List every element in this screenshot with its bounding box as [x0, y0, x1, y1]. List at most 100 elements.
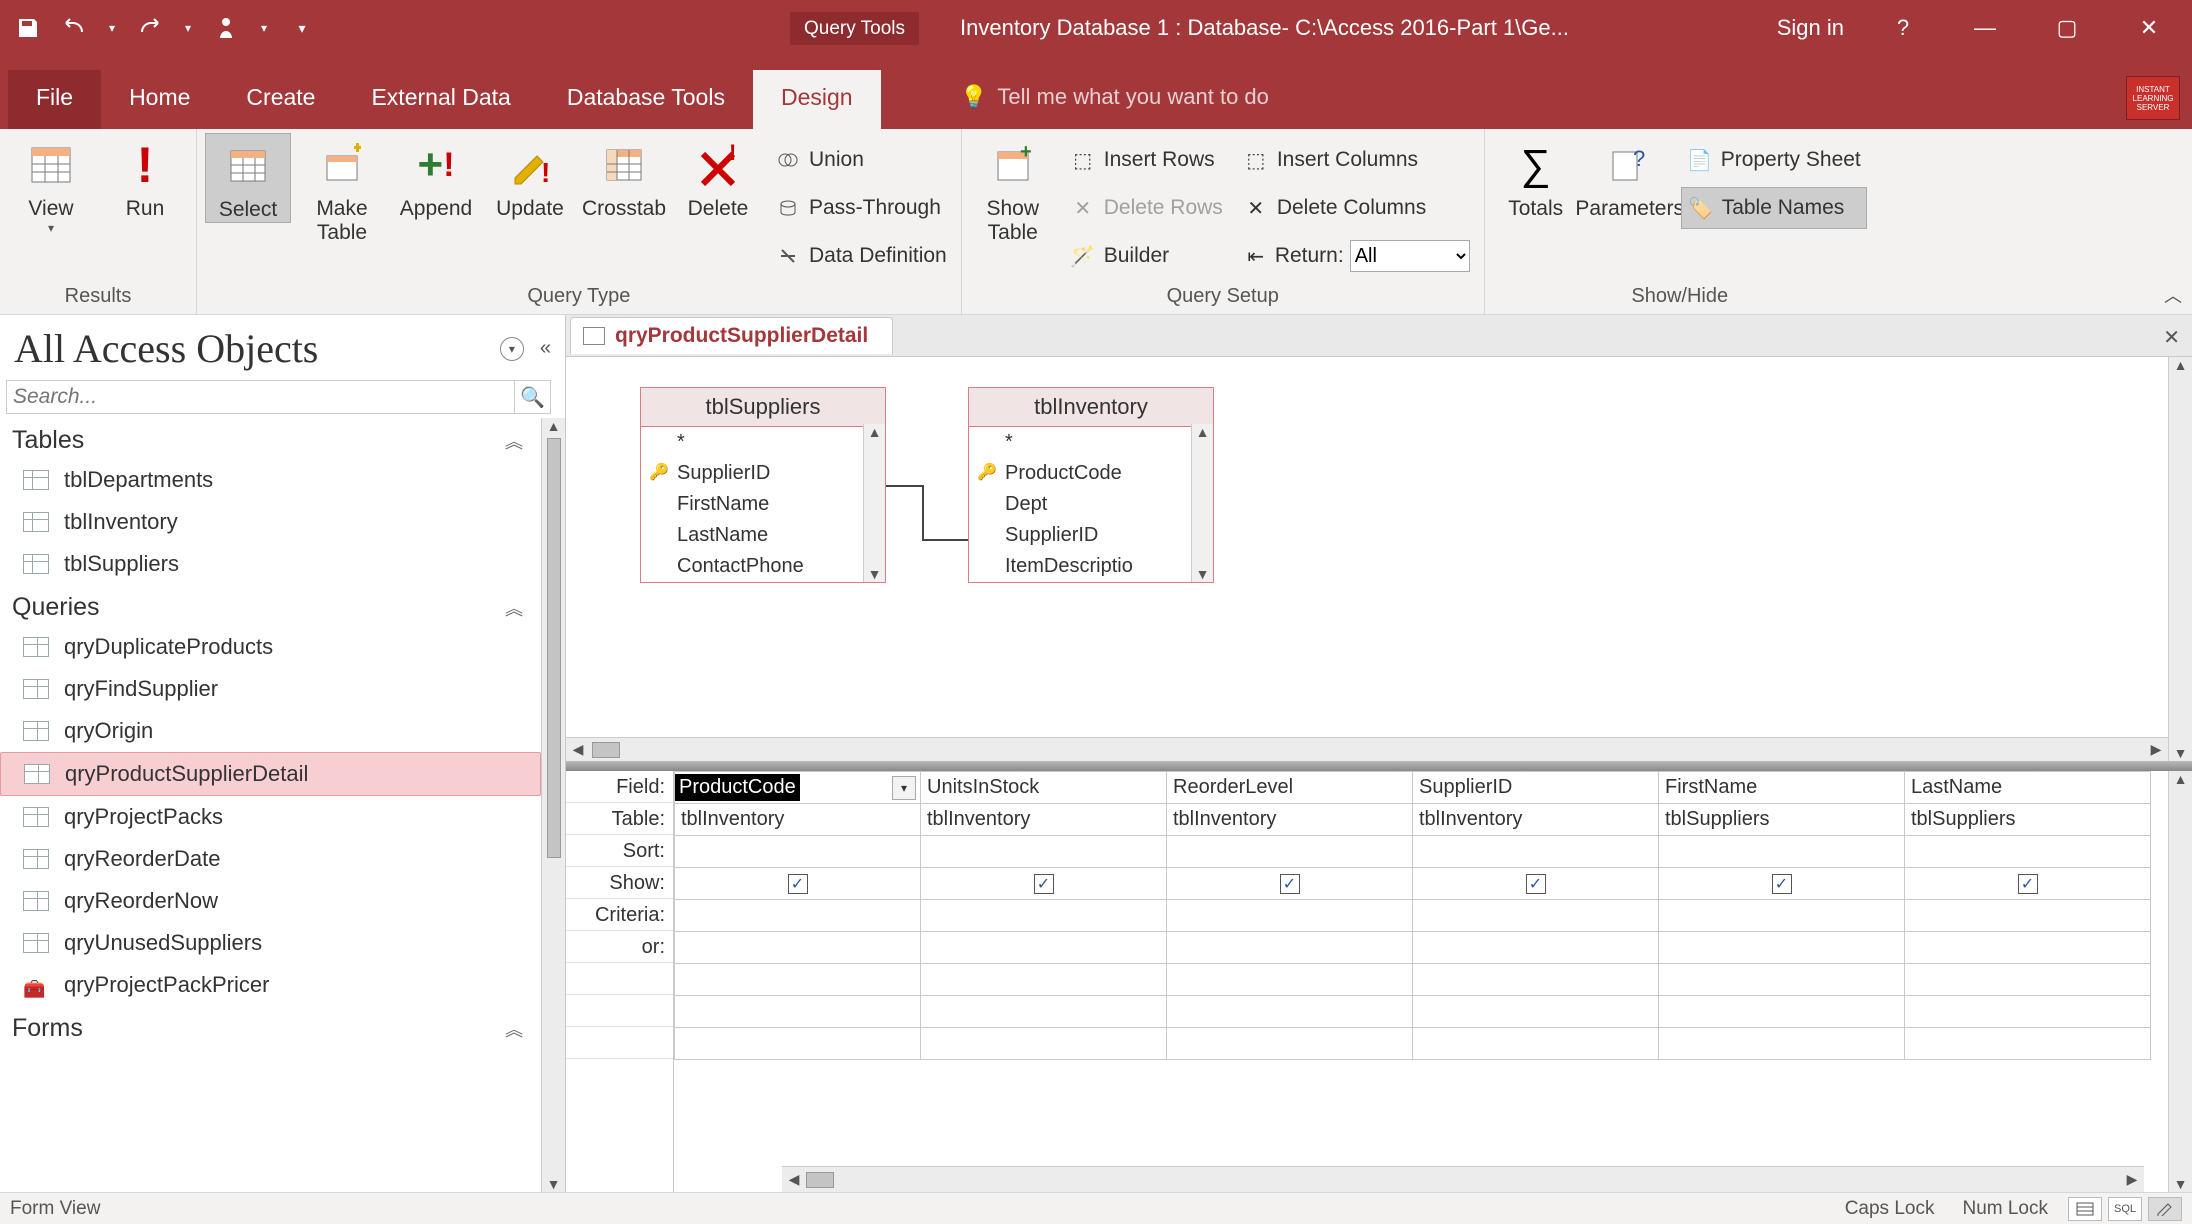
qbe-table-cell[interactable]: tblInventory — [921, 804, 1167, 836]
crosstab-button[interactable]: Crosstab — [581, 133, 667, 221]
tab-database-tools[interactable]: Database Tools — [539, 70, 753, 129]
nav-dropdown-icon[interactable]: ▾ — [500, 337, 524, 361]
qbe-or-cell[interactable] — [1905, 932, 2151, 964]
qbe-sort-cell[interactable] — [675, 836, 921, 868]
qbe-show-cell[interactable]: ✓ — [921, 868, 1167, 900]
nav-item-qryduplicateproducts[interactable]: qryDuplicateProducts — [0, 626, 541, 668]
document-tab[interactable]: qryProductSupplierDetail — [570, 317, 893, 354]
nav-item-qryreordernow[interactable]: qryReorderNow — [0, 880, 541, 922]
insert-columns-button[interactable]: ⬚ Insert Columns — [1237, 139, 1476, 181]
qbe-or-cell[interactable] — [921, 932, 1167, 964]
relations-pane[interactable]: tblSuppliers * SupplierID FirstName Last… — [566, 357, 2168, 737]
close-window-icon[interactable]: ✕ — [2126, 15, 2172, 41]
checkbox-checked-icon[interactable]: ✓ — [788, 874, 808, 894]
scroll-up-icon[interactable]: ▲ — [2174, 771, 2188, 787]
delete-rows-button[interactable]: ✕ Delete Rows — [1064, 187, 1229, 229]
undo-icon[interactable] — [60, 14, 88, 42]
relations-hscrollbar[interactable]: ◀ ▶ — [566, 737, 2168, 761]
undo-dropdown-icon[interactable]: ▾ — [106, 14, 118, 42]
scroll-down-icon[interactable]: ▼ — [2174, 745, 2188, 761]
scroll-right-icon[interactable]: ▶ — [2120, 1171, 2144, 1188]
qbe-table-cell[interactable]: tblSuppliers — [1905, 804, 2151, 836]
qbe-criteria-cell[interactable] — [1659, 900, 1905, 932]
qbe-sort-cell[interactable] — [1167, 836, 1413, 868]
qbe-field-cell[interactable]: ProductCode ▾ — [675, 772, 921, 804]
totals-button[interactable]: ∑ Totals — [1493, 133, 1579, 221]
scroll-left-icon[interactable]: ◀ — [566, 741, 590, 758]
nav-scrollbar[interactable]: ▲ ▼ — [541, 418, 565, 1192]
return-select[interactable]: All — [1350, 240, 1470, 272]
qbe-or-cell[interactable] — [675, 932, 921, 964]
redo-icon[interactable] — [136, 14, 164, 42]
nav-item-tblsuppliers[interactable]: tblSuppliers — [0, 543, 541, 585]
qbe-sort-cell[interactable] — [1659, 836, 1905, 868]
insert-rows-button[interactable]: ⬚ Insert Rows — [1064, 139, 1229, 181]
checkbox-checked-icon[interactable]: ✓ — [1526, 874, 1546, 894]
customize-qat-icon[interactable]: ▾ — [288, 14, 316, 42]
qbe-show-cell[interactable]: ✓ — [1413, 868, 1659, 900]
field-item[interactable]: FirstName — [641, 489, 885, 520]
qbe-or-cell[interactable] — [1167, 932, 1413, 964]
tab-create[interactable]: Create — [218, 70, 343, 129]
field-item[interactable]: LastName — [641, 520, 885, 551]
checkbox-checked-icon[interactable]: ✓ — [1280, 874, 1300, 894]
nav-group-tables[interactable]: Tables ︽ — [0, 418, 541, 459]
relationship-line[interactable] — [886, 485, 922, 487]
nav-item-qryprojectpacks[interactable]: qryProjectPacks — [0, 796, 541, 838]
property-sheet-button[interactable]: 📄 Property Sheet — [1681, 139, 1867, 181]
scroll-up-icon[interactable]: ▲ — [547, 418, 561, 434]
tab-file[interactable]: File — [8, 70, 101, 129]
splitter[interactable] — [566, 761, 2192, 771]
field-item[interactable]: SupplierID — [641, 458, 885, 489]
table-names-button[interactable]: 🏷️ Table Names — [1681, 187, 1867, 229]
checkbox-checked-icon[interactable]: ✓ — [1772, 874, 1792, 894]
run-button[interactable]: ! Run — [102, 133, 188, 221]
save-icon[interactable] — [14, 14, 42, 42]
nav-group-queries[interactable]: Queries ︽ — [0, 585, 541, 626]
field-item[interactable]: * — [969, 427, 1213, 458]
qat-extra-icon[interactable] — [212, 14, 240, 42]
search-icon[interactable]: 🔍 — [514, 381, 550, 413]
table-tblinventory[interactable]: tblInventory * ProductCode Dept Supplier… — [968, 387, 1214, 583]
field-item[interactable]: * — [641, 427, 885, 458]
qbe-criteria-cell[interactable] — [921, 900, 1167, 932]
qbe-field-cell[interactable]: UnitsInStock — [921, 772, 1167, 804]
collapse-group-icon[interactable]: ︽ — [505, 595, 523, 621]
nav-item-qryunusedsuppliers[interactable]: qryUnusedSuppliers — [0, 922, 541, 964]
nav-item-qryorigin[interactable]: qryOrigin — [0, 710, 541, 752]
data-definition-button[interactable]: Data Definition — [769, 235, 953, 277]
qbe-or-cell[interactable] — [1659, 932, 1905, 964]
maximize-icon[interactable]: ▢ — [2044, 15, 2090, 41]
scroll-down-icon[interactable]: ▼ — [2174, 1176, 2188, 1192]
help-icon[interactable]: ? — [1880, 15, 1926, 41]
nav-title[interactable]: All Access Objects — [14, 325, 500, 372]
nav-item-qryproductsupplierdetail[interactable]: qryProductSupplierDetail — [0, 752, 541, 796]
field-item[interactable]: ProductCode — [969, 458, 1213, 489]
design-view-button[interactable] — [2148, 1197, 2182, 1221]
parameters-button[interactable]: ? Parameters — [1587, 133, 1673, 221]
view-dropdown-icon[interactable]: ▾ — [48, 221, 54, 235]
collapse-group-icon[interactable]: ︽ — [505, 1016, 523, 1042]
tell-me-search[interactable]: 💡 Tell me what you want to do — [960, 84, 1269, 110]
qbe-show-cell[interactable]: ✓ — [1905, 868, 2151, 900]
show-table-button[interactable]: + Show Table — [970, 133, 1056, 245]
delete-columns-button[interactable]: ✕ Delete Columns — [1237, 187, 1476, 229]
nav-search-input[interactable] — [7, 381, 514, 413]
append-button[interactable]: +! Append — [393, 133, 479, 221]
field-item[interactable]: ContactPhone — [641, 551, 885, 582]
minimize-icon[interactable]: — — [1962, 15, 2008, 41]
qbe-grid[interactable]: ProductCode ▾ UnitsInStock ReorderLevel … — [674, 771, 2168, 1192]
nav-item-qryfindsupplier[interactable]: qryFindSupplier — [0, 668, 541, 710]
make-table-button[interactable]: Make Table — [299, 133, 385, 245]
table-scrollbar[interactable]: ▲▼ — [1191, 424, 1213, 582]
field-dropdown-icon[interactable]: ▾ — [892, 776, 916, 800]
qbe-table-cell[interactable]: tblInventory — [675, 804, 921, 836]
datasheet-view-button[interactable] — [2068, 1197, 2102, 1221]
sign-in-link[interactable]: Sign in — [1777, 15, 1844, 41]
update-button[interactable]: ! Update — [487, 133, 573, 221]
nav-item-qryprojectpackpricer[interactable]: qryProjectPackPricer — [0, 964, 541, 1006]
qbe-criteria-cell[interactable] — [675, 900, 921, 932]
qat-extra-dropdown-icon[interactable]: ▾ — [258, 14, 270, 42]
collapse-ribbon-icon[interactable]: ︿ — [2164, 282, 2182, 308]
select-query-button[interactable]: Select — [205, 133, 291, 223]
